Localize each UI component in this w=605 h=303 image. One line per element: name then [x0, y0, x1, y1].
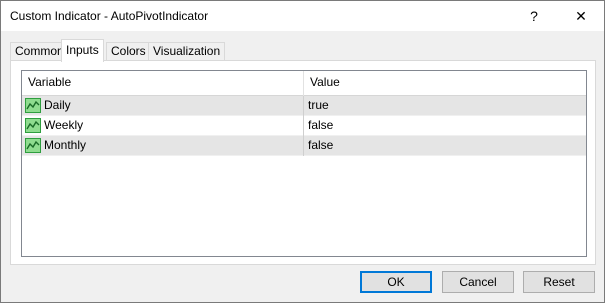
- custom-indicator-dialog: Custom Indicator - AutoPivotIndicator ? …: [0, 0, 605, 303]
- column-header-variable[interactable]: Variable: [22, 71, 304, 96]
- value-cell[interactable]: true: [304, 96, 586, 116]
- dialog-title: Custom Indicator - AutoPivotIndicator: [10, 9, 209, 23]
- input-parameter-icon: [25, 98, 41, 113]
- tab-common[interactable]: Common: [10, 42, 69, 61]
- title-bar: Custom Indicator - AutoPivotIndicator ? …: [1, 1, 604, 31]
- grid-row-weekly[interactable]: Weekly false: [22, 116, 586, 136]
- variable-name: Daily: [44, 98, 71, 112]
- close-icon: ✕: [575, 7, 587, 24]
- column-header-value[interactable]: Value: [304, 71, 586, 96]
- variable-cell[interactable]: Monthly: [22, 136, 304, 156]
- value-cell[interactable]: false: [304, 116, 586, 136]
- grid-row-daily[interactable]: Daily true: [22, 96, 586, 116]
- grid-row-monthly[interactable]: Monthly false: [22, 136, 586, 156]
- input-parameter-icon: [25, 138, 41, 153]
- close-button[interactable]: ✕: [558, 1, 604, 31]
- grid-header: Variable Value: [22, 71, 586, 96]
- tab-colors[interactable]: Colors: [106, 42, 151, 61]
- variable-name: Weekly: [44, 118, 84, 132]
- help-icon: ?: [530, 8, 538, 24]
- reset-button[interactable]: Reset: [523, 271, 595, 293]
- inputs-grid: Variable Value Daily true Weekly false M…: [21, 70, 587, 257]
- inputs-panel: Variable Value Daily true Weekly false M…: [10, 60, 596, 265]
- cancel-button[interactable]: Cancel: [442, 271, 514, 293]
- tab-inputs[interactable]: Inputs: [61, 39, 104, 62]
- tab-visualization[interactable]: Visualization: [148, 42, 226, 61]
- help-button[interactable]: ?: [511, 1, 557, 31]
- ok-button[interactable]: OK: [360, 271, 432, 293]
- variable-cell[interactable]: Daily: [22, 96, 304, 116]
- input-parameter-icon: [25, 118, 41, 133]
- value-cell[interactable]: false: [304, 136, 586, 156]
- variable-name: Monthly: [44, 138, 87, 152]
- variable-cell[interactable]: Weekly: [22, 116, 304, 136]
